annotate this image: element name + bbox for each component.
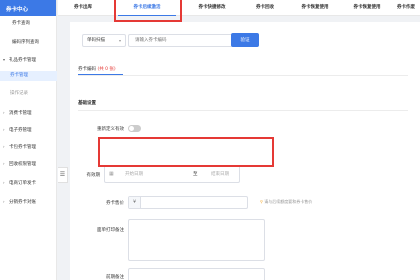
price-label: 券卡售价: [106, 201, 124, 206]
sidebar-item-gift-card-management[interactable]: ▾ 礼品券卡管理: [0, 55, 57, 65]
tab-coupon-activation[interactable]: 券卡后续激活: [118, 0, 176, 16]
basic-settings-title: 基础设置: [78, 101, 96, 106]
tab-bar: 券卡出库 券卡后续激活 券卡快捷修改 券卡回收 券卡恢复使用 券卡恢复使用 券卡…: [58, 0, 420, 16]
remark-textarea[interactable]: [128, 268, 265, 280]
coupon-code-section-label: 券卡编码 (共 0 张): [78, 67, 116, 72]
sidebar-item-operation-log[interactable]: 操作记录: [0, 89, 57, 99]
price-input[interactable]: ¥: [128, 196, 248, 209]
sidebar-item-consumer-card[interactable]: › 消费卡管理: [0, 108, 57, 118]
reset-validity-label: 重新定义有效: [97, 127, 124, 132]
coupon-code-input[interactable]: [128, 34, 240, 47]
currency-prefix: ¥: [129, 197, 141, 208]
tab-coupon-void[interactable]: 券卡作废: [392, 0, 420, 16]
sidebar: 券卡中心 券卡查询 编码序列查询 ▾ 礼品券卡管理 券卡管理 操作记录 › 消费卡管…: [0, 0, 57, 280]
end-date-input[interactable]: 结束日期: [211, 171, 229, 177]
verify-button[interactable]: 验证: [231, 33, 259, 47]
sidebar-item-distribution-reconcile[interactable]: › 分销券卡对账: [0, 197, 57, 207]
location-pin-icon: ⚲: [260, 199, 263, 204]
sidebar-item-code-sequence-query[interactable]: 编码序列查询: [0, 38, 57, 48]
basic-settings-divider: [78, 110, 408, 111]
sidebar-title: 券卡中心: [0, 0, 56, 16]
validity-date-range[interactable]: ▦ 开始日期 至 结束日期: [104, 165, 240, 183]
sidebar-item-coupon-query[interactable]: 券卡查询: [0, 19, 57, 29]
coupon-count: (共 0 张): [97, 67, 116, 72]
tab-coupon-restore[interactable]: 券卡恢复使用: [290, 0, 340, 16]
price-hint: ⚲ 请与后续额度要和券卡售价: [260, 199, 313, 204]
calendar-icon: ▦: [109, 171, 114, 177]
sidebar-collapse-icon[interactable]: ☰: [58, 167, 68, 183]
sidebar-item-e-coupon[interactable]: › 电子券管理: [0, 125, 57, 135]
validity-label: 有效期: [86, 173, 101, 178]
main-panel: 单码扫描 ▾ 验证 券卡编码 (共 0 张) 基础设置 重新定义有效 有效期 ▦…: [70, 22, 420, 280]
reset-validity-toggle[interactable]: [128, 125, 141, 132]
print-note-textarea[interactable]: [128, 219, 265, 261]
scan-mode-select[interactable]: 单码扫描 ▾: [82, 34, 126, 47]
tab-coupon-outbound[interactable]: 券卡出库: [60, 0, 106, 16]
tab-coupon-recycle[interactable]: 券卡回收: [246, 0, 284, 16]
tab-coupon-quick-edit[interactable]: 券卡快捷修改: [186, 0, 238, 16]
remark-label: 前期备注: [106, 275, 124, 280]
start-date-input[interactable]: 开始日期: [125, 171, 143, 177]
range-separator: 至: [193, 172, 198, 177]
section-divider: [78, 75, 408, 76]
sidebar-item-recycle-permission[interactable]: › 回收权限管理: [0, 159, 57, 169]
sidebar-item-ecommerce-order[interactable]: › 电商订单发卡: [0, 178, 57, 188]
tab-coupon-restore-2[interactable]: 券卡恢复使用: [342, 0, 392, 16]
chevron-down-icon: ▾: [118, 38, 121, 43]
sidebar-item-card-pack[interactable]: › 卡包券卡管理: [0, 142, 57, 152]
print-note-label: 面单打印备注: [97, 228, 124, 233]
sidebar-item-card-management[interactable]: 券卡管理: [0, 71, 57, 81]
